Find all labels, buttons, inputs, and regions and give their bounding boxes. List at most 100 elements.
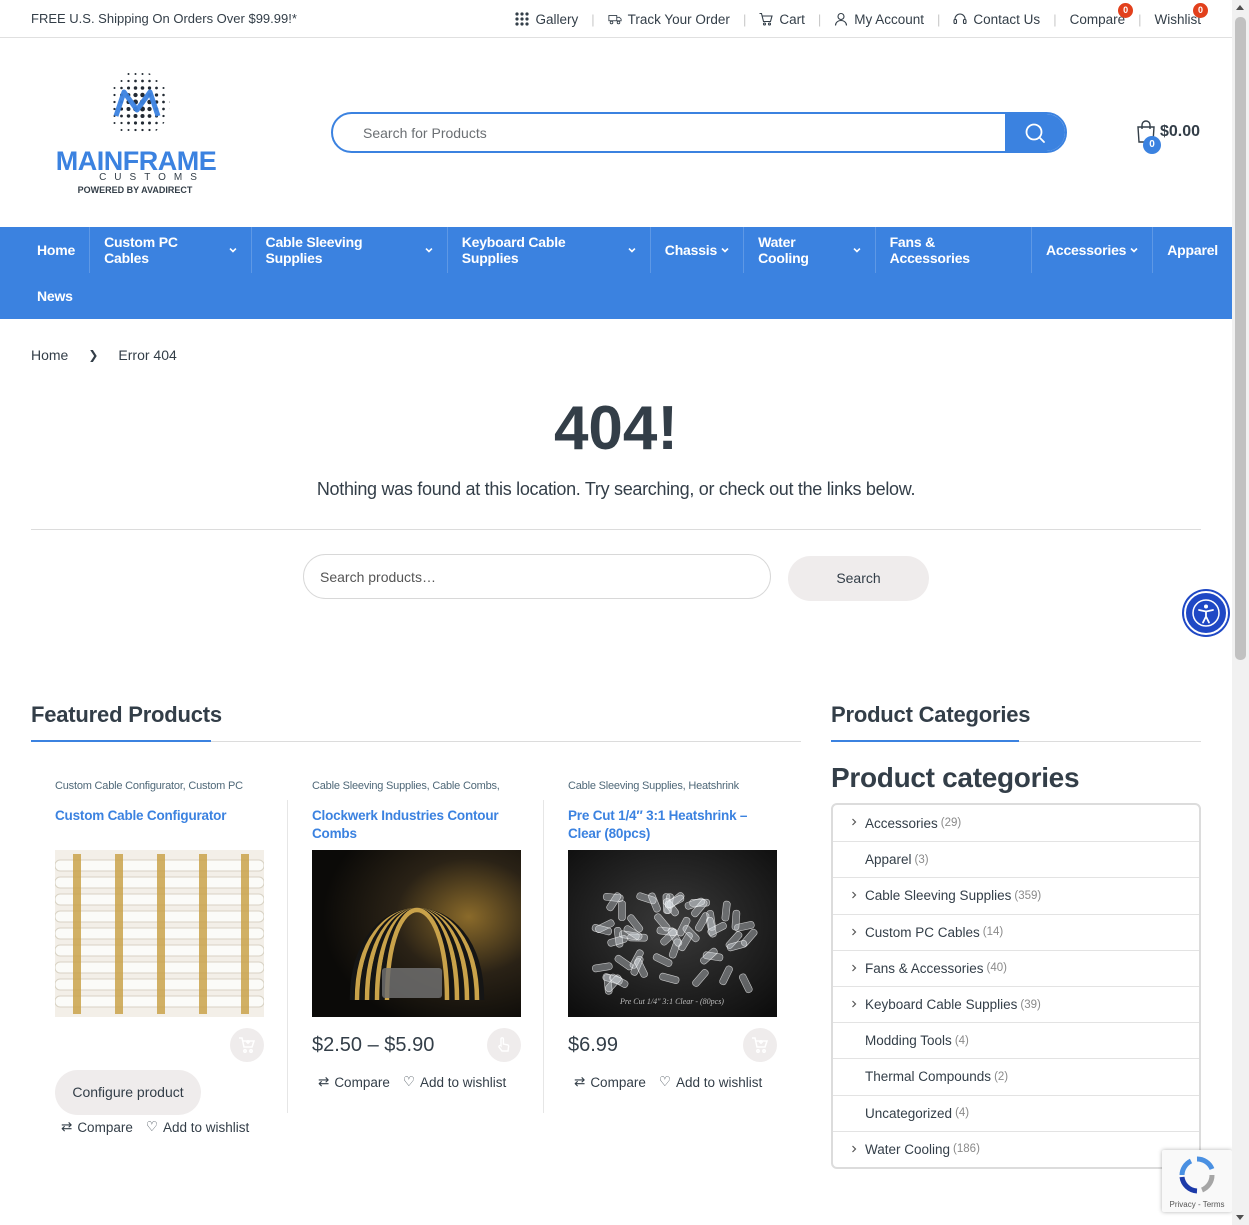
image-caption: Pre Cut 1/4" 3:1 Clear - (80pcs): [619, 997, 724, 1006]
compare-button[interactable]: ⇄ Compare: [574, 1074, 646, 1090]
product-name[interactable]: Clockwerk Industries Contour Combs: [312, 807, 521, 843]
product-name[interactable]: Pre Cut 1/4″ 3:1 Heatshrink – Clear (80p…: [568, 807, 777, 843]
featured-products-title: Featured Products: [31, 702, 222, 727]
category-name[interactable]: Modding Tools: [865, 1033, 952, 1048]
error-title: 404!: [553, 394, 679, 463]
category-list: Accessories (29) Apparel (3) Cable Sleeving …: [831, 803, 1201, 1169]
product-categories-title: Product Categories: [831, 702, 1031, 727]
nav-item-chassis[interactable]: Chassis: [651, 227, 745, 273]
track-order-link[interactable]: Track Your Order: [595, 12, 743, 27]
divider: [31, 529, 1201, 530]
category-name[interactable]: Fans & Accessories: [865, 961, 984, 976]
nav-item-apparel[interactable]: Apparel: [1153, 227, 1232, 273]
category-name[interactable]: Water Cooling: [865, 1142, 950, 1157]
mini-cart[interactable]: 0 $0.00: [1136, 120, 1200, 154]
site-logo[interactable]: MAINFRAME CUSTOMS POWERED BY AVADIRECT: [34, 70, 239, 198]
scroll-down-arrow[interactable]: [1236, 1215, 1244, 1220]
compare-link[interactable]: Compare 0: [1057, 2, 1139, 27]
category-item[interactable]: Fans & Accessories (40): [833, 949, 1199, 986]
cart-link[interactable]: Cart: [746, 12, 818, 27]
gallery-link[interactable]: Gallery: [502, 12, 591, 27]
nav-item-keyboard-cable-supplies[interactable]: Keyboard Cable Supplies: [448, 227, 651, 273]
page-scrollbar[interactable]: [1232, 0, 1249, 1225]
product-name[interactable]: Custom Cable Configurator: [55, 807, 264, 843]
add-to-wishlist-button[interactable]: ♡ Add to wishlist: [659, 1074, 762, 1090]
cart-icon: [759, 12, 774, 26]
nav-item-water-cooling[interactable]: Water Cooling: [744, 227, 876, 273]
compare-arrows-icon: ⇄: [574, 1074, 586, 1089]
category-item[interactable]: Water Cooling (186): [833, 1130, 1199, 1167]
contact-us-link[interactable]: Contact Us: [940, 12, 1053, 27]
select-options-button[interactable]: [487, 1028, 521, 1062]
category-item[interactable]: Cable Sleeving Supplies (359): [833, 877, 1199, 913]
product-card: Cable Sleeving Supplies, Heatshrink Pre …: [568, 780, 777, 1090]
nav-item-news[interactable]: News: [23, 273, 87, 319]
category-name[interactable]: Accessories: [865, 816, 938, 831]
nav-item-home[interactable]: Home: [23, 227, 91, 273]
category-name[interactable]: Thermal Compounds: [865, 1069, 991, 1084]
category-item[interactable]: Apparel (3): [833, 841, 1199, 877]
search-icon: [1025, 123, 1045, 143]
nav-item-fans-accessories[interactable]: Fans & Accessories: [876, 227, 1032, 273]
headset-icon: [953, 13, 967, 25]
product-image[interactable]: [312, 850, 521, 1017]
chevron-right-icon[interactable]: [851, 891, 857, 899]
nav-item-cable-sleeving-supplies[interactable]: Cable Sleeving Supplies: [252, 227, 448, 273]
category-item[interactable]: Uncategorized (4): [833, 1094, 1199, 1131]
category-item[interactable]: Accessories (29): [833, 805, 1199, 841]
logo-tagline: POWERED BY AVADIRECT: [78, 185, 193, 195]
product-image[interactable]: Pre Cut 1/4" 3:1 Clear - (80pcs): [568, 850, 777, 1017]
category-name[interactable]: Cable Sleeving Supplies: [865, 888, 1011, 903]
chevron-right-icon[interactable]: [851, 964, 857, 972]
nav-item-label: Water Cooling: [758, 234, 809, 266]
category-name[interactable]: Uncategorized: [865, 1106, 952, 1121]
product-search-button[interactable]: Search: [788, 556, 929, 601]
shipping-promo: FREE U.S. Shipping On Orders Over $99.99…: [31, 11, 297, 26]
compare-arrows-icon: ⇄: [318, 1074, 330, 1089]
compare-label: Compare: [77, 1119, 133, 1135]
product-categories[interactable]: Custom Cable Configurator, Custom PC: [55, 780, 264, 795]
chevron-down-icon: [425, 247, 433, 253]
product-search-input[interactable]: [304, 555, 770, 598]
heart-icon: ♡: [658, 1074, 671, 1089]
title-underline: [31, 740, 211, 742]
category-name[interactable]: Apparel: [865, 852, 912, 867]
add-to-cart-button[interactable]: [230, 1028, 264, 1062]
chevron-right-icon[interactable]: [851, 928, 857, 936]
breadcrumb-home[interactable]: Home: [31, 347, 68, 363]
category-name[interactable]: Custom PC Cables: [865, 925, 980, 940]
add-to-wishlist-button[interactable]: ♡ Add to wishlist: [146, 1119, 249, 1135]
chevron-right-icon[interactable]: [851, 1000, 857, 1008]
category-item[interactable]: Thermal Compounds (2): [833, 1058, 1199, 1094]
top-bar: FREE U.S. Shipping On Orders Over $99.99…: [0, 0, 1232, 38]
recaptcha-badge[interactable]: Privacy - Terms: [1162, 1150, 1232, 1212]
header-search-button[interactable]: [1005, 114, 1065, 151]
compare-button[interactable]: ⇄ Compare: [61, 1119, 133, 1135]
category-item[interactable]: Custom PC Cables (14): [833, 913, 1199, 950]
scroll-thumb[interactable]: [1235, 17, 1246, 660]
product-categories[interactable]: Cable Sleeving Supplies, Heatshrink: [568, 780, 777, 795]
product-image[interactable]: [55, 850, 264, 1017]
compare-button[interactable]: ⇄ Compare: [318, 1074, 390, 1090]
chevron-right-icon[interactable]: [851, 818, 857, 826]
accessibility-button[interactable]: [1184, 591, 1228, 635]
track-order-label: Track Your Order: [627, 11, 730, 27]
header-search-input[interactable]: [333, 114, 1005, 151]
compare-arrows-icon: ⇄: [61, 1119, 73, 1134]
product-actions: ⇄ Compare ♡ Add to wishlist: [318, 1074, 506, 1090]
scroll-up-arrow[interactable]: [1236, 5, 1244, 10]
wishlist-link[interactable]: Wishlist 0: [1142, 2, 1208, 27]
configure-product-button[interactable]: Configure product: [55, 1070, 201, 1115]
add-to-wishlist-button[interactable]: ♡ Add to wishlist: [403, 1074, 506, 1090]
nav-item-accessories[interactable]: Accessories: [1032, 227, 1154, 273]
product-categories[interactable]: Cable Sleeving Supplies, Cable Combs,: [312, 780, 521, 795]
my-account-link[interactable]: My Account: [821, 12, 937, 27]
category-name[interactable]: Keyboard Cable Supplies: [865, 997, 1017, 1012]
category-item[interactable]: Keyboard Cable Supplies (39): [833, 985, 1199, 1022]
wishlist-label: Add to wishlist: [162, 1119, 250, 1135]
top-links: Gallery | Track Your Order | Cart | My A…: [502, 0, 1208, 38]
chevron-right-icon[interactable]: [851, 1145, 857, 1153]
add-to-cart-button[interactable]: [743, 1028, 777, 1062]
category-item[interactable]: Modding Tools (4): [833, 1022, 1199, 1058]
nav-item-custom-pc-cables[interactable]: Custom PC Cables: [90, 227, 252, 273]
